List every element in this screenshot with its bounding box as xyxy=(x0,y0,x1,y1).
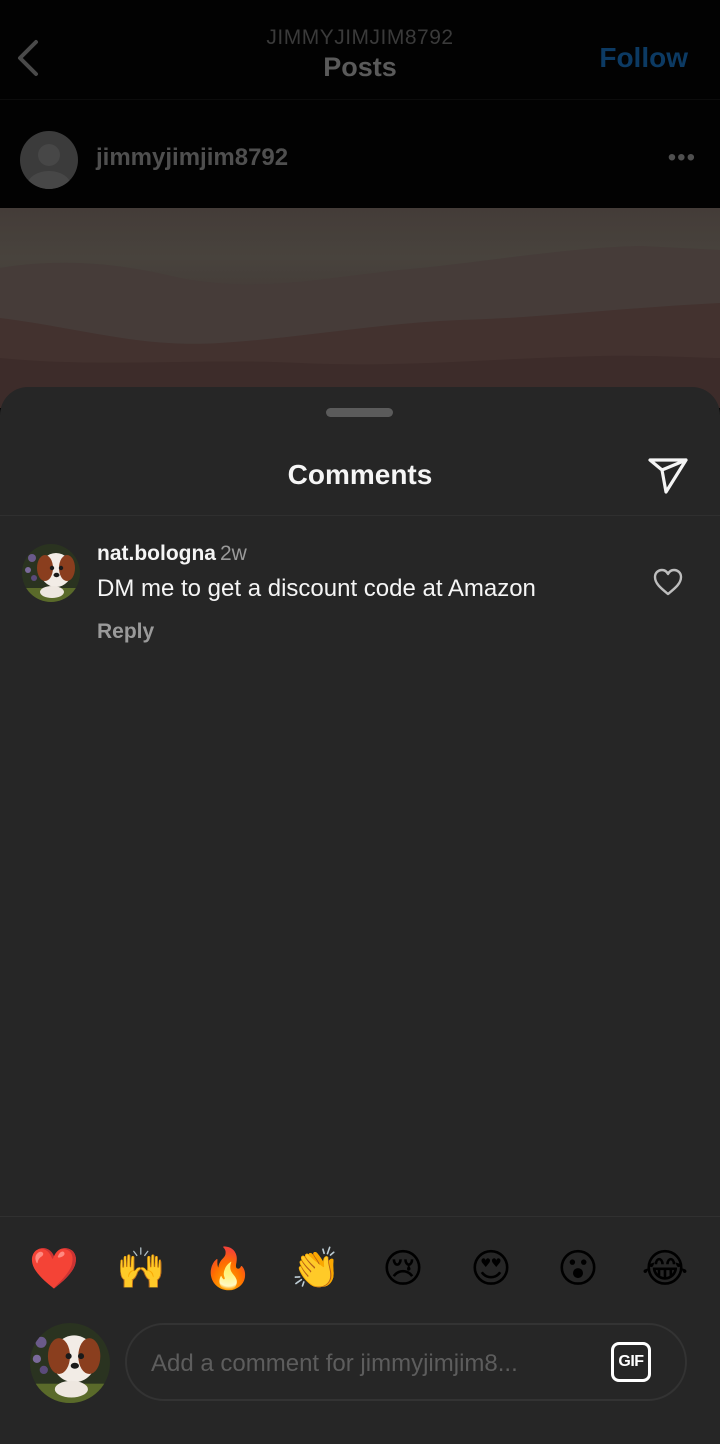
reaction-laughing-emoji[interactable]: 😂 xyxy=(635,1239,695,1299)
default-avatar-body-icon xyxy=(27,171,71,189)
sheet-title: Comments xyxy=(287,459,433,490)
divider xyxy=(0,515,720,516)
divider xyxy=(0,1216,720,1217)
post-author-avatar[interactable] xyxy=(20,131,78,189)
follow-button[interactable]: Follow xyxy=(599,42,688,74)
reaction-clapping-emoji[interactable]: 👏 xyxy=(286,1239,346,1299)
reaction-raising-hands-emoji[interactable]: 🙌 xyxy=(111,1239,171,1299)
more-options-button[interactable]: ••• xyxy=(668,144,696,172)
current-user-avatar xyxy=(30,1323,110,1403)
heart-outline-icon xyxy=(653,568,683,596)
share-button[interactable] xyxy=(646,453,690,497)
reaction-fire-emoji[interactable]: 🔥 xyxy=(198,1239,258,1299)
mountain-landscape-image xyxy=(0,246,720,408)
comment-input[interactable] xyxy=(149,1343,593,1385)
reaction-surprised-emoji[interactable]: 😮 xyxy=(548,1239,608,1299)
commenter-avatar[interactable] xyxy=(22,544,80,602)
puppy-avatar-image xyxy=(30,1323,110,1403)
comment-username[interactable]: nat.bologna 2w xyxy=(97,542,247,566)
reaction-crying-emoji[interactable]: 😢 xyxy=(373,1239,433,1299)
default-avatar-head-icon xyxy=(38,144,60,166)
reply-button[interactable]: Reply xyxy=(97,620,154,644)
reaction-heart-emoji[interactable]: ❤️ xyxy=(24,1239,84,1299)
like-comment-button[interactable] xyxy=(652,566,684,598)
top-navigation-bar: JIMMYJIMJIM8792 Posts Follow xyxy=(0,0,720,100)
comment-username-text[interactable]: nat.bologna xyxy=(97,542,216,565)
comment-timestamp: 2w xyxy=(220,542,247,565)
comment-text: DM me to get a discount code at Amazon xyxy=(97,575,536,602)
reaction-heart-eyes-emoji[interactable]: 😍 xyxy=(461,1239,521,1299)
post-header: jimmyjimjim8792 ••• xyxy=(0,100,720,208)
paper-plane-icon xyxy=(648,458,688,494)
comment-item: nat.bologna 2w DM me to get a discount co… xyxy=(0,532,720,652)
gif-button[interactable]: GIF xyxy=(611,1342,651,1382)
post-image[interactable] xyxy=(0,208,720,408)
puppy-avatar-image xyxy=(22,544,80,602)
post-author-username[interactable]: jimmyjimjim8792 xyxy=(96,144,288,172)
sheet-drag-handle[interactable] xyxy=(326,408,393,417)
quick-reactions-bar: ❤️ 🙌 🔥 👏 😢 😍 😮 😂 xyxy=(0,1239,720,1299)
comments-sheet: Comments nat.bologna 2w DM me to get a di… xyxy=(0,387,720,1444)
comment-composer: GIF xyxy=(125,1323,687,1401)
